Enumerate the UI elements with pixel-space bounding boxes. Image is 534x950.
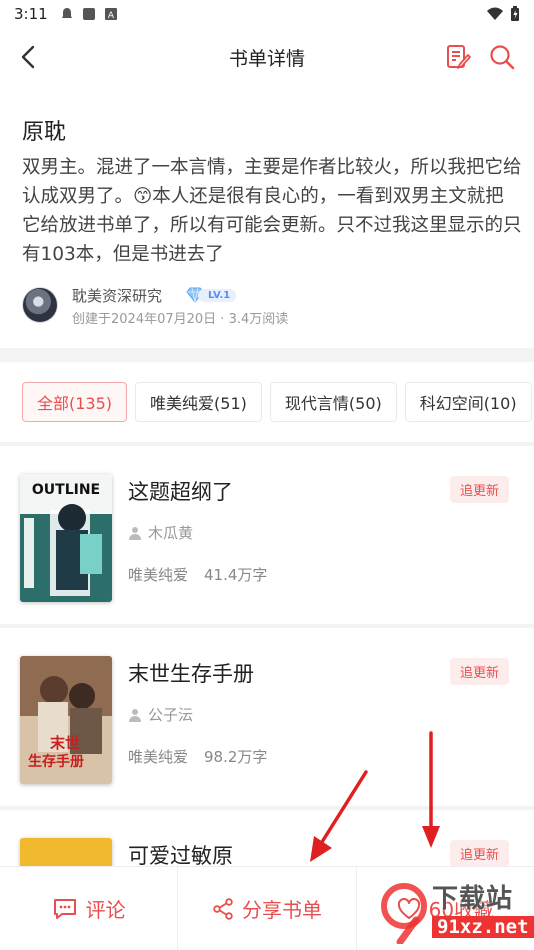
follow-update-badge[interactable]: 追更新 bbox=[450, 658, 510, 685]
status-time: 3:11 bbox=[14, 5, 48, 23]
book-cover[interactable]: OUTLINE bbox=[20, 474, 112, 602]
level-label: LV.1 bbox=[198, 288, 237, 302]
back-arrow-icon[interactable] bbox=[14, 42, 44, 72]
section-divider bbox=[0, 348, 534, 362]
wifi-icon bbox=[487, 7, 503, 20]
book-category: 唯美纯爱 bbox=[128, 748, 189, 766]
share-icon bbox=[213, 897, 233, 920]
book-card[interactable]: OUTLINE 这题超纲了 木瓜黄 唯美纯爱 41.4万字 追更新 bbox=[0, 446, 534, 614]
comment-label: 评论 bbox=[85, 898, 126, 922]
heart-icon bbox=[397, 897, 420, 919]
notification-icon bbox=[61, 8, 72, 18]
share-label: 分享书单 bbox=[241, 898, 322, 922]
share-button[interactable]: 分享书单 bbox=[178, 867, 357, 950]
book-word-count: 98.2万字 bbox=[204, 748, 268, 766]
app-icon bbox=[82, 8, 95, 20]
search-icon[interactable] bbox=[488, 43, 516, 71]
bottom-action-bar: 评论 分享书单 60收藏 bbox=[0, 866, 534, 950]
book-author-row: 公子沄 bbox=[128, 704, 193, 725]
cover-art-outline: OUTLINE bbox=[20, 474, 112, 602]
battery-icon bbox=[511, 6, 519, 21]
tab-pure-love[interactable]: 唯美纯爱(51) bbox=[135, 382, 262, 422]
book-card[interactable]: 末世 生存手册 末世生存手册 公子沄 唯美纯爱 98.2万字 追更新 bbox=[0, 628, 534, 796]
book-category: 唯美纯爱 bbox=[128, 566, 189, 584]
book-title[interactable]: 这题超纲了 bbox=[128, 476, 233, 506]
svg-text:末世: 末世 bbox=[50, 734, 80, 752]
book-title[interactable]: 末世生存手册 bbox=[128, 658, 254, 688]
book-cover[interactable]: 末世 生存手册 bbox=[20, 656, 112, 784]
booklist-title: 原耽 bbox=[22, 120, 67, 145]
book-meta: 唯美纯爱 98.2万字 bbox=[128, 746, 283, 767]
category-tabs: 全部(135) 唯美纯爱(51) 现代言情(50) 科幻空间(10) bbox=[0, 370, 534, 434]
avatar[interactable] bbox=[22, 287, 58, 323]
book-author: 公子沄 bbox=[148, 706, 194, 724]
book-word-count: 41.4万字 bbox=[204, 566, 268, 584]
book-author: 木瓜黄 bbox=[148, 524, 194, 542]
level-badge: LV.1 bbox=[186, 286, 237, 304]
tab-modern-romance[interactable]: 现代言情(50) bbox=[269, 382, 397, 422]
cover-text: OUTLINE bbox=[32, 482, 100, 498]
header: 书单详情 bbox=[0, 28, 534, 86]
booklist-description: 双男主。混进了一本言情，主要是作者比较火，所以我把它给认成双男了。😙本人还是很有… bbox=[22, 157, 522, 265]
comment-button[interactable]: 评论 bbox=[0, 867, 179, 950]
svg-text:生存手册: 生存手册 bbox=[28, 753, 84, 770]
tab-scifi[interactable]: 科幻空间(10) bbox=[404, 382, 532, 422]
status-bar: 3:11 A bbox=[0, 0, 534, 28]
person-icon bbox=[129, 708, 141, 722]
svg-text:A: A bbox=[108, 11, 115, 21]
collect-label: 60收藏 bbox=[428, 898, 495, 922]
author-name[interactable]: 耽美资深研究 bbox=[72, 285, 162, 306]
comment-icon bbox=[53, 898, 76, 919]
font-app-icon: A bbox=[104, 8, 117, 21]
collect-button[interactable]: 60收藏 bbox=[357, 867, 534, 950]
book-meta: 唯美纯爱 41.4万字 bbox=[128, 564, 283, 585]
tab-all[interactable]: 全部(135) bbox=[22, 382, 128, 422]
cover-art-apocalypse: 末世 生存手册 bbox=[20, 656, 112, 784]
person-icon bbox=[129, 526, 141, 540]
booklist-meta: 创建于2024年07月20日 · 3.4万阅读 bbox=[72, 312, 289, 327]
follow-update-badge[interactable]: 追更新 bbox=[450, 840, 510, 867]
book-author-row: 木瓜黄 bbox=[128, 522, 193, 543]
author-row[interactable]: 耽美资深研究 LV.1 创建于2024年07月20日 · 3.4万阅读 bbox=[22, 285, 522, 327]
edit-note-icon[interactable] bbox=[444, 43, 472, 71]
follow-update-badge[interactable]: 追更新 bbox=[450, 476, 510, 503]
